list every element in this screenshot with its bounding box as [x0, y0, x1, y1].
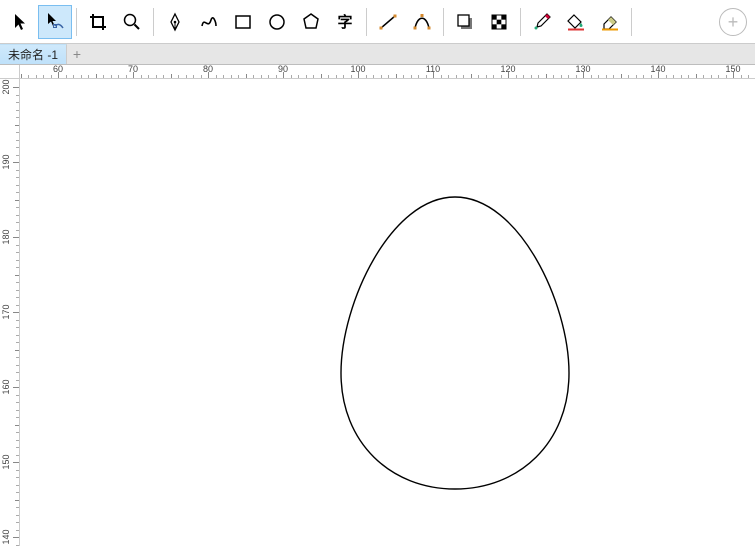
shadow-icon: [455, 12, 475, 32]
ruler-h-label: 130: [575, 65, 590, 74]
ellipse-icon: [267, 12, 287, 32]
eyedropper-tool[interactable]: [525, 5, 559, 39]
document-tabstrip: 未命名 -1 +: [0, 44, 755, 65]
canvas-area[interactable]: [20, 79, 755, 546]
ruler-corner: [0, 65, 20, 79]
ruler-h-label: 100: [350, 65, 365, 74]
node-arrow-icon: [45, 12, 65, 32]
ruler-v-label: 140: [1, 529, 11, 544]
toolbar-separator: [153, 8, 154, 36]
line-tool[interactable]: [371, 5, 405, 39]
text-tool[interactable]: 字: [328, 5, 362, 39]
zoom-tool[interactable]: [115, 5, 149, 39]
plus-icon: +: [73, 46, 81, 62]
new-tab-button[interactable]: +: [67, 44, 87, 64]
ruler-h-label: 60: [53, 65, 63, 74]
polygon-tool[interactable]: [294, 5, 328, 39]
toolbar-separator: [76, 8, 77, 36]
shadow-tool[interactable]: [448, 5, 482, 39]
eyedropper-icon: [532, 12, 552, 32]
ruler-v-label: 150: [1, 454, 11, 469]
line-icon: [378, 12, 398, 32]
ruler-h-label: 80: [203, 65, 213, 74]
ruler-v-label: 190: [1, 154, 11, 169]
ellipse-tool[interactable]: [260, 5, 294, 39]
add-tool-button[interactable]: +: [715, 5, 751, 39]
fill-tool[interactable]: [559, 5, 593, 39]
erase-tool[interactable]: [593, 5, 627, 39]
ruler-v-label: 180: [1, 229, 11, 244]
ruler-h-label: 90: [278, 65, 288, 74]
ruler-h-label: 120: [500, 65, 515, 74]
toolbar-separator: [443, 8, 444, 36]
ruler-h-label: 70: [128, 65, 138, 74]
node-edit-tool[interactable]: [38, 5, 72, 39]
main-toolbar: 字: [0, 0, 755, 44]
checkerboard-icon: [489, 12, 509, 32]
polygon-icon: [301, 12, 321, 32]
ruler-horizontal: 60708090100110120130140150160: [20, 65, 755, 79]
ruler-v-label: 160: [1, 379, 11, 394]
freehand-curve-icon: [199, 12, 219, 32]
ruler-v-label: 170: [1, 304, 11, 319]
rectangle-tool[interactable]: [226, 5, 260, 39]
magnifier-icon: [122, 12, 142, 32]
bezier-tool[interactable]: [405, 5, 439, 39]
eraser-icon: [600, 12, 620, 32]
ruler-h-label: 140: [650, 65, 665, 74]
crop-tool[interactable]: [81, 5, 115, 39]
ruler-h-label: 150: [725, 65, 740, 74]
toolbar-separator: [631, 8, 632, 36]
svg-text:字: 字: [337, 13, 352, 31]
document-tab-active[interactable]: 未命名 -1: [0, 44, 67, 64]
transparency-tool[interactable]: [482, 5, 516, 39]
rectangle-icon: [233, 12, 253, 32]
pen-tool[interactable]: [158, 5, 192, 39]
ruler-vertical: 200 190 180 170 160 150 140: [0, 79, 20, 546]
paint-bucket-icon: [566, 12, 586, 32]
text-icon: 字: [335, 12, 355, 32]
ruler-v-label: 200: [1, 79, 11, 94]
bezier-icon: [412, 12, 432, 32]
plus-circle-icon: +: [719, 8, 747, 36]
toolbar-separator: [520, 8, 521, 36]
tab-label: 未命名 -1: [8, 46, 58, 63]
ruler-h-label: 110: [426, 65, 440, 74]
arrow-cursor-icon: [12, 13, 30, 31]
selection-tool[interactable]: [4, 5, 38, 39]
freehand-tool[interactable]: [192, 5, 226, 39]
pen-nib-icon: [165, 12, 185, 32]
crop-icon: [88, 12, 108, 32]
workspace: 60 70 80 90 100 110 120 130 140 150 160 200 190 180 1…: [0, 65, 755, 546]
toolbar-separator: [366, 8, 367, 36]
egg-shape: [335, 193, 575, 493]
